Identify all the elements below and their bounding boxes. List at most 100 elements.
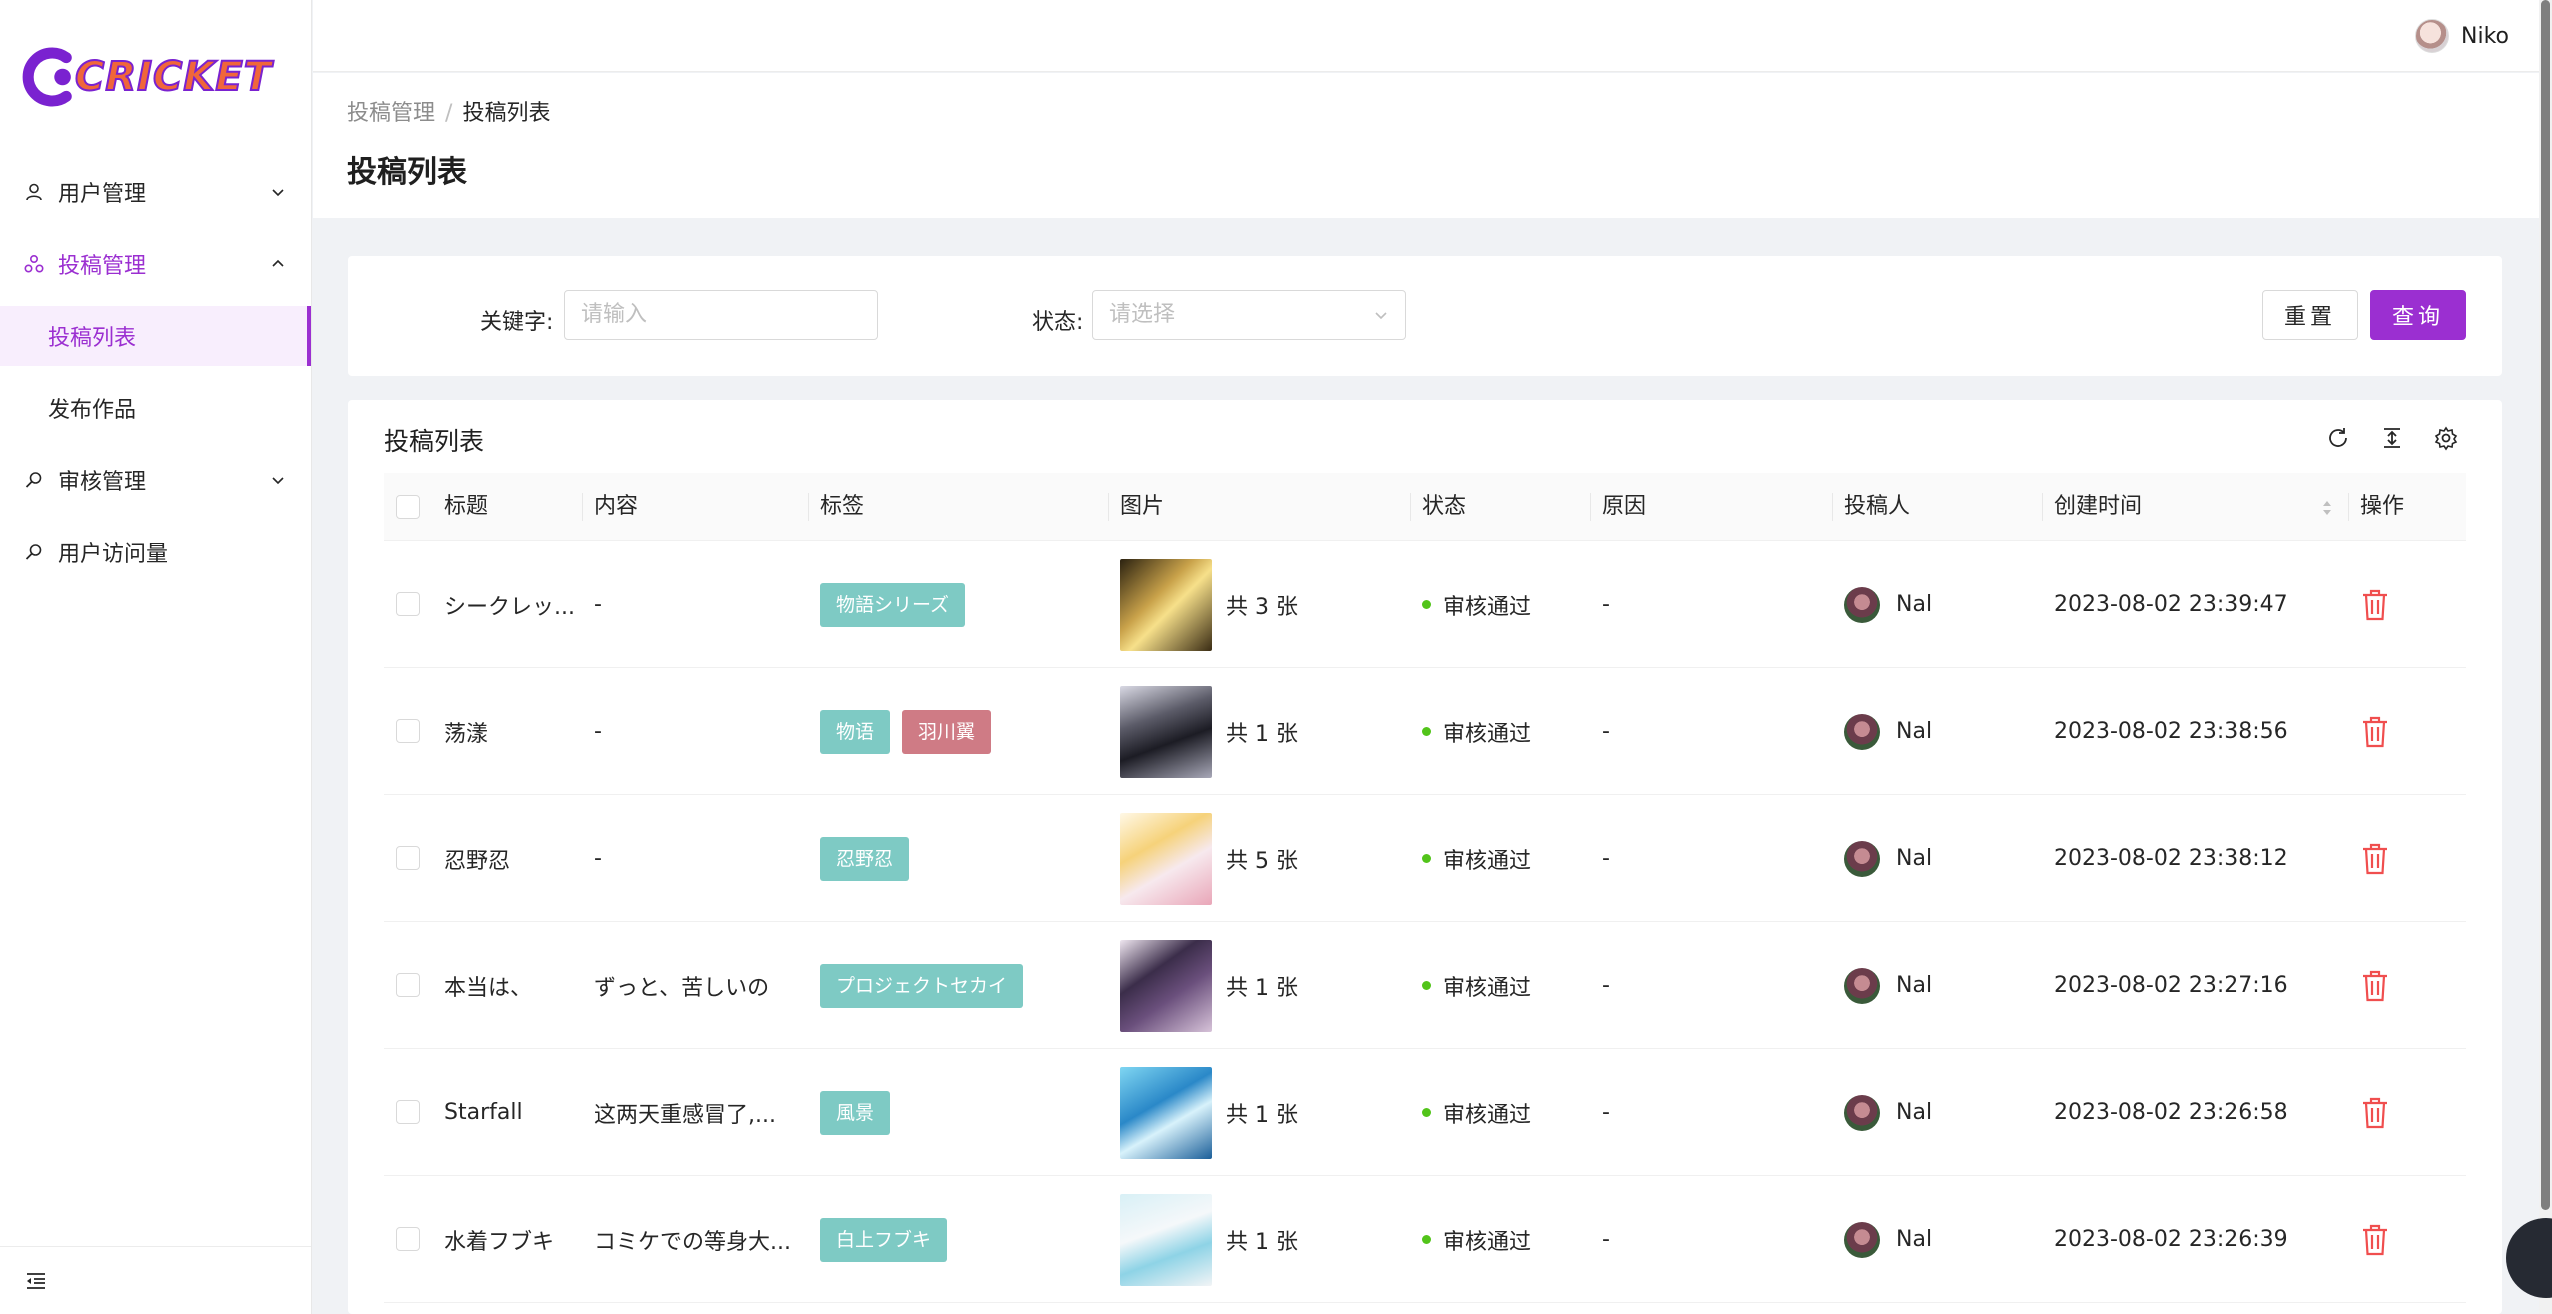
breadcrumb-current: 投稿列表: [462, 101, 551, 126]
cell-status: 审核通过: [1422, 922, 1588, 1049]
row-checkbox[interactable]: [396, 1100, 420, 1124]
image-count: 共 1 张: [1226, 975, 1298, 1001]
column-divider: [1108, 493, 1109, 521]
row-checkbox[interactable]: [396, 719, 420, 743]
created-time-text: 2023-08-02 23:26:39: [2054, 1227, 2288, 1252]
username: Niko: [2461, 23, 2509, 49]
cell-status: 审核通过: [1422, 795, 1588, 922]
row-checkbox[interactable]: [396, 1227, 420, 1251]
avatar: [1844, 586, 1880, 623]
cell-images: 共 5 张: [1120, 795, 1408, 922]
keyword-placeholder: 请输入: [581, 302, 648, 327]
topbar: Niko: [313, 0, 2539, 72]
reason-text: -: [1602, 846, 1610, 871]
cell-status: 审核通过: [1422, 668, 1588, 795]
image-count: 共 1 张: [1226, 721, 1298, 747]
sidebar-item-publish-work[interactable]: 发布作品: [0, 378, 311, 438]
submitter-name: Nal: [1896, 719, 1933, 744]
image-count: 共 3 张: [1226, 594, 1298, 620]
floating-action-button[interactable]: [2506, 1218, 2552, 1298]
title-text: 荡漾: [444, 721, 489, 747]
trash-icon[interactable]: [2360, 842, 2390, 876]
sidebar: CRICKET 用户管理 投稿管理 投稿列表 发布作品 审核管理 用户访问量: [0, 0, 312, 1314]
avatar: [1844, 1094, 1880, 1131]
user-icon: [26, 183, 42, 201]
page-scrollbar[interactable]: [2539, 0, 2552, 1314]
cell-status: 审核通过: [1422, 1049, 1588, 1176]
trash-icon[interactable]: [2360, 588, 2390, 622]
density-icon[interactable]: [2378, 424, 2406, 452]
query-button[interactable]: 查询: [2370, 290, 2466, 340]
sidebar-item-review-management[interactable]: 审核管理: [0, 450, 311, 510]
sidebar-item-submission-list[interactable]: 投稿列表: [0, 306, 311, 366]
trash-icon[interactable]: [2360, 1223, 2390, 1257]
content-text: 这两天重感冒了,...: [594, 1102, 776, 1128]
trash-icon[interactable]: [2360, 1096, 2390, 1130]
avatar: [1844, 840, 1880, 877]
sidebar-item-user-visits[interactable]: 用户访问量: [0, 522, 311, 582]
reset-button[interactable]: 重置: [2262, 290, 2358, 340]
keyword-input[interactable]: 请输入: [564, 290, 878, 340]
image-thumbnail[interactable]: [1120, 685, 1212, 778]
trash-icon[interactable]: [2360, 969, 2390, 1003]
cell-images: 共 1 张: [1120, 668, 1408, 795]
trash-icon[interactable]: [2360, 715, 2390, 749]
reason-text: -: [1602, 719, 1610, 744]
cell-content: -: [594, 795, 804, 922]
column-header-images: 图片: [1120, 494, 1165, 519]
image-thumbnail[interactable]: [1120, 1193, 1212, 1286]
cell-submitter: Nal: [1844, 1049, 2040, 1176]
column-header-created-time[interactable]: 创建时间: [2054, 473, 2142, 541]
breadcrumb-parent[interactable]: 投稿管理: [347, 101, 435, 126]
sort-icon[interactable]: [2320, 497, 2334, 519]
image-thumbnail[interactable]: [1120, 1066, 1212, 1159]
cell-submitter: Nal: [1844, 668, 2040, 795]
image-count: 共 1 张: [1226, 1102, 1298, 1128]
sidebar-item-user-management[interactable]: 用户管理: [0, 162, 311, 222]
row-checkbox[interactable]: [396, 973, 420, 997]
tag: 羽川翼: [902, 709, 992, 754]
column-header-submitter: 投稿人: [1844, 494, 1911, 519]
cell-title: 本当は、: [444, 922, 584, 1049]
chevron-up-icon: [272, 259, 284, 267]
refresh-icon[interactable]: [2324, 424, 2352, 452]
cell-created-time: 2023-08-02 23:38:12: [2054, 795, 2344, 922]
image-count: 共 5 张: [1226, 848, 1298, 874]
title-text: 本当は、: [444, 975, 533, 1001]
cell-title: シークレッ...: [444, 541, 584, 668]
avatar: [1844, 713, 1880, 750]
user-menu[interactable]: Niko: [2415, 18, 2509, 54]
select-all-checkbox[interactable]: [396, 495, 420, 519]
cell-tags: 風景: [820, 1049, 1106, 1176]
cell-created-time: 2023-08-02 23:26:58: [2054, 1049, 2344, 1176]
cell-created-time: 2023-08-02 23:26:39: [2054, 1176, 2344, 1303]
settings-icon[interactable]: [2432, 424, 2460, 452]
image-thumbnail[interactable]: [1120, 939, 1212, 1032]
row-checkbox[interactable]: [396, 592, 420, 616]
cell-tags: 物語シリーズ: [820, 541, 1106, 668]
cell-submitter: Nal: [1844, 795, 2040, 922]
status-text: 审核通过: [1443, 975, 1532, 1001]
cell-content: ずっと、苦しいの: [594, 922, 804, 1049]
status-text: 审核通过: [1443, 721, 1532, 747]
image-thumbnail[interactable]: [1120, 558, 1212, 651]
row-checkbox[interactable]: [396, 846, 420, 870]
logo-text: CRICKET: [74, 53, 272, 101]
status-select[interactable]: 请选择: [1092, 290, 1406, 340]
sidebar-item-submission-management[interactable]: 投稿管理: [0, 234, 311, 294]
image-thumbnail[interactable]: [1120, 812, 1212, 905]
logo[interactable]: CRICKET: [22, 42, 272, 112]
scrollbar-thumb[interactable]: [2541, 0, 2550, 1210]
created-time-text: 2023-08-02 23:27:16: [2054, 973, 2288, 998]
reason-text: -: [1602, 973, 1610, 998]
created-time-text: 2023-08-02 23:39:47: [2054, 592, 2288, 617]
cell-content: コミケでの等身大...: [594, 1176, 804, 1303]
review-icon: [25, 472, 42, 488]
menu-fold-icon[interactable]: [24, 1269, 48, 1293]
cell-reason: -: [1602, 668, 1830, 795]
table-row: シークレッ... - 物語シリーズ 共 3 张 审核通过 - Nal 2023-…: [384, 541, 2466, 668]
status-text: 审核通过: [1443, 1102, 1532, 1128]
submission-table-card: 投稿列表 标题 内容 标签 图片 状态 原因 投稿人 创建时间 操作 シークレッ…: [348, 400, 2502, 1314]
sidebar-item-label: 投稿管理: [58, 254, 147, 279]
reason-text: -: [1602, 1227, 1610, 1252]
